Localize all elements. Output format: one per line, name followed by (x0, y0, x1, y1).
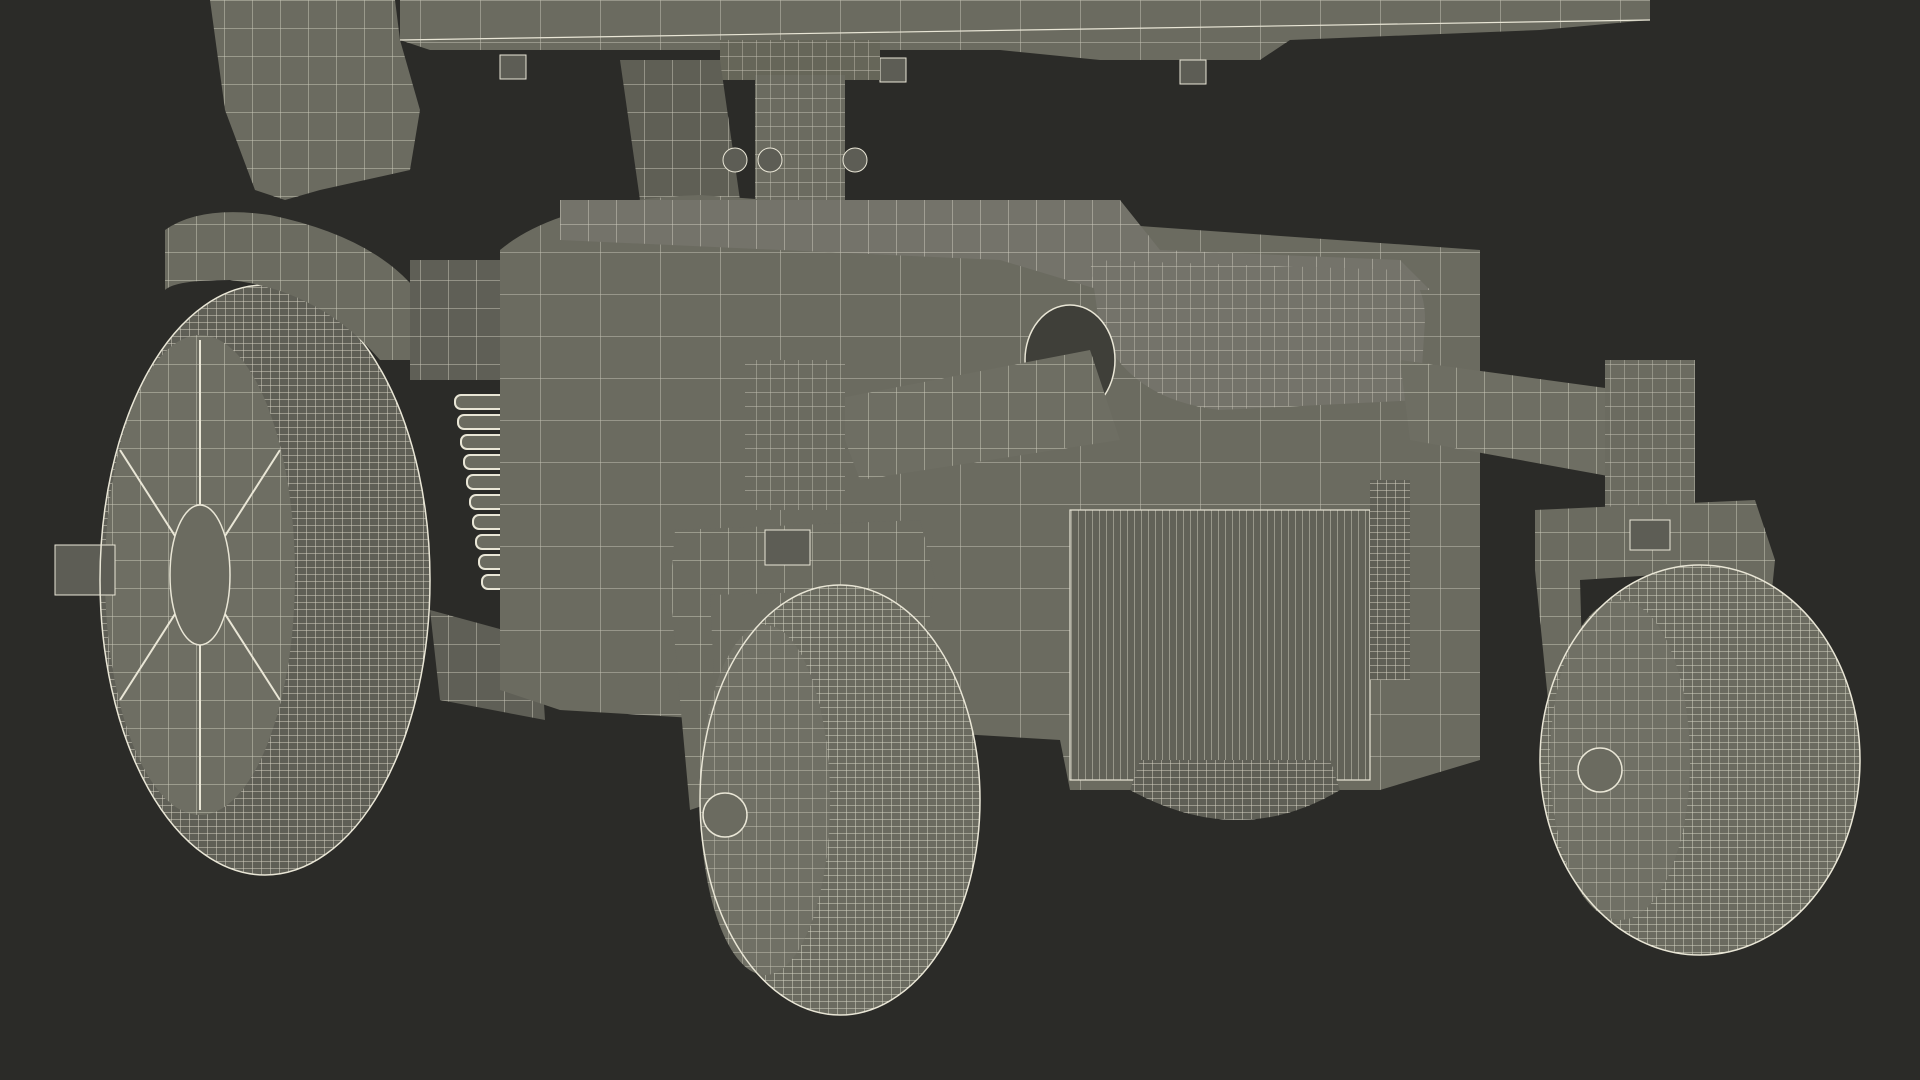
chassis-body (500, 195, 1480, 790)
backrest-support (210, 0, 420, 200)
caster-wheel-right (1539, 564, 1861, 956)
wireframe-scene (54, 0, 1861, 1016)
render-viewport (0, 0, 1920, 1080)
rear-drive-wheel-left (54, 284, 431, 876)
swivel-post (620, 40, 880, 205)
caster-wheel-left (699, 584, 981, 1016)
seat-underside (399, 0, 1651, 85)
